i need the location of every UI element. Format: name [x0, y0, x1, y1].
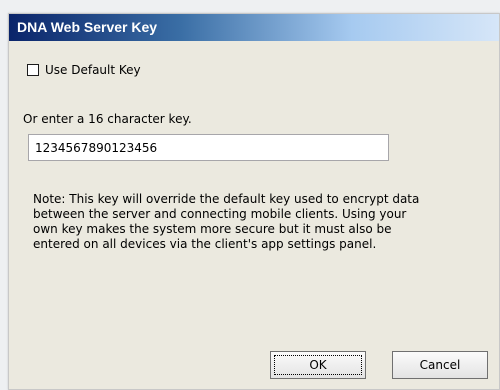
ok-button-label: OK	[274, 355, 362, 375]
window-title: DNA Web Server Key	[17, 19, 158, 35]
key-input[interactable]	[28, 134, 389, 161]
note-text: Note: This key will override the default…	[33, 192, 420, 251]
cancel-button[interactable]: Cancel	[392, 351, 488, 379]
key-label: Or enter a 16 character key.	[23, 112, 192, 126]
use-default-key-label: Use Default Key	[45, 63, 141, 77]
use-default-key-option[interactable]: Use Default Key	[27, 63, 141, 77]
ok-button[interactable]: OK	[270, 351, 366, 379]
screen: DNA Web Server Key Use Default Key Or en…	[0, 0, 500, 390]
use-default-key-checkbox[interactable]	[27, 64, 39, 76]
title-bar[interactable]: DNA Web Server Key	[9, 14, 499, 41]
